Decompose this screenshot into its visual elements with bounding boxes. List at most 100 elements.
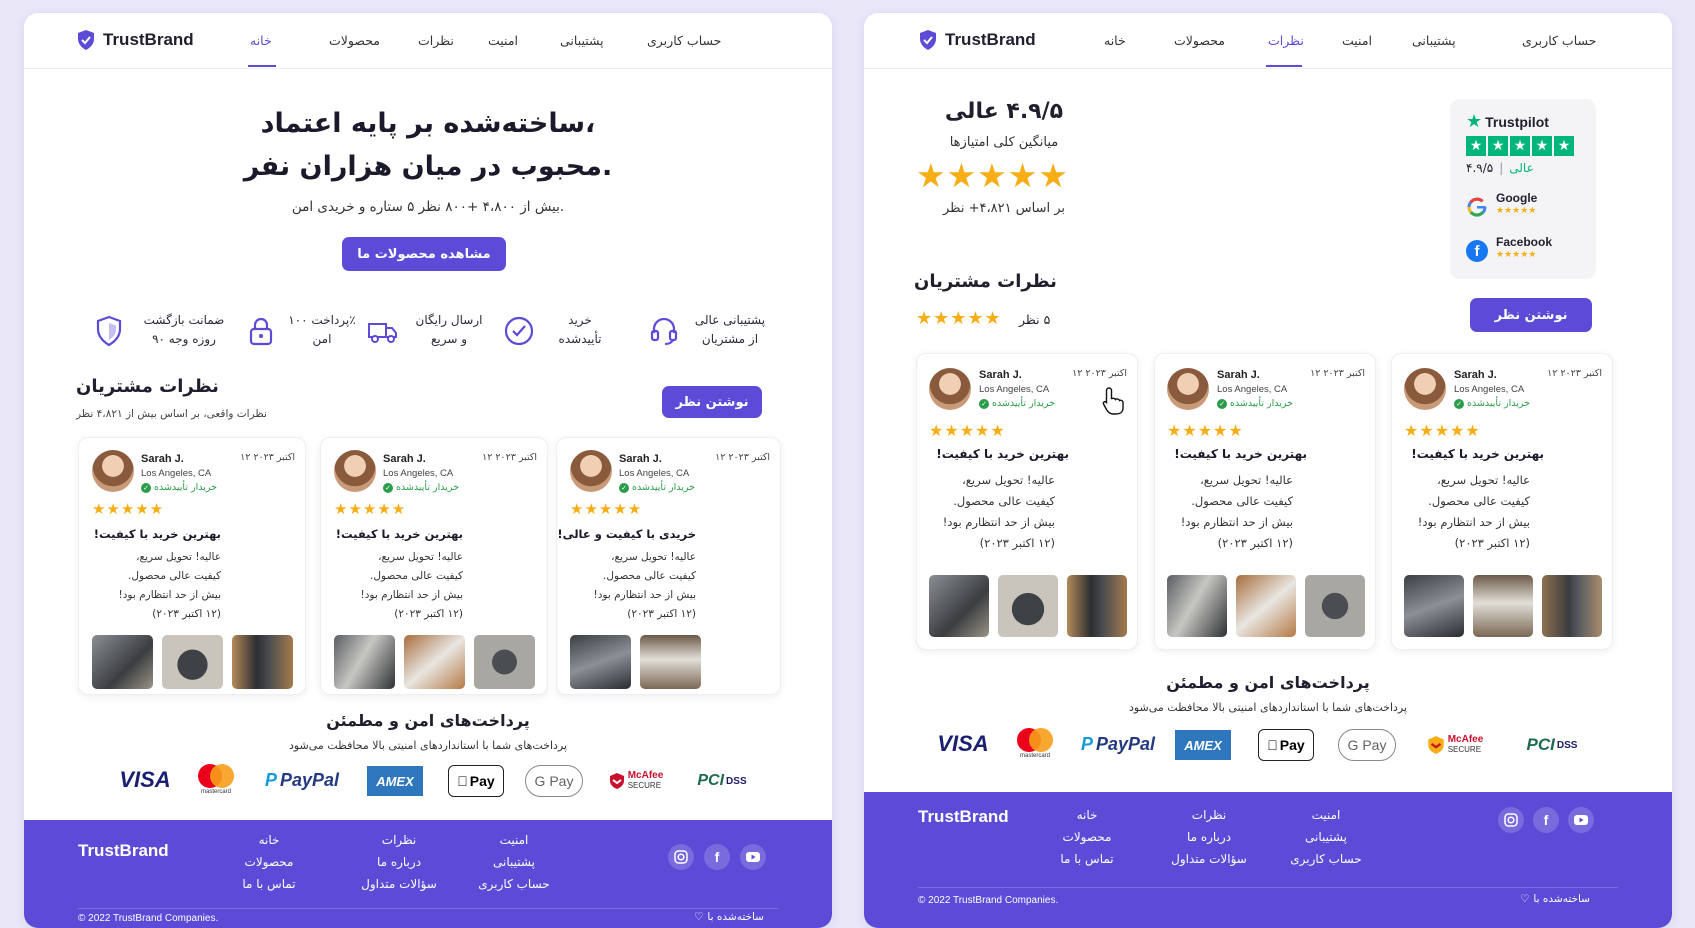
footer-brand: TrustBrand <box>78 841 169 860</box>
footer-link[interactable]: حساب کاربری <box>464 873 564 895</box>
instagram-icon[interactable] <box>1498 807 1524 833</box>
verified-label: خریدار تأییدشده <box>632 482 695 493</box>
review-title: خریدی با کیفیت و عالی! <box>557 527 696 541</box>
nav-security[interactable]: امنیت <box>1342 33 1372 48</box>
review-photo[interactable] <box>1404 575 1464 637</box>
review-card[interactable]: Sarah J. Los Angeles, CA ✓ خریدار تأییدشد… <box>1154 353 1376 650</box>
star-rating: ★★★★★ <box>1167 421 1244 440</box>
nav-products[interactable]: محصولات <box>329 33 380 48</box>
facebook-icon[interactable]: f <box>704 844 730 870</box>
nav-reviews[interactable]: نظرات <box>1268 33 1304 48</box>
review-photo[interactable] <box>1236 575 1296 637</box>
review-photo[interactable] <box>232 635 293 689</box>
review-card[interactable]: Sarah J. Los Angeles, CA ✓ خریدار تأییدشد… <box>1391 353 1613 650</box>
review-line: بیش از حد انتظارم بود! <box>942 515 1055 529</box>
made-with: ♡ ساخته‌شده با <box>1520 893 1590 905</box>
footer-link[interactable]: سؤالات متداول <box>1154 848 1264 870</box>
footer-link[interactable]: محصولات <box>1042 826 1132 848</box>
write-review-button[interactable]: نوشتن نظر <box>1470 298 1592 332</box>
feature-support: پشتیبانی عالی از مشتریان <box>636 309 776 359</box>
review-photo[interactable] <box>640 635 701 689</box>
review-photo[interactable] <box>570 635 631 689</box>
review-card[interactable]: Sarah J. Los Angeles, CA ✓ خریدار تأییدشد… <box>78 437 306 695</box>
review-photo[interactable] <box>1473 575 1533 637</box>
youtube-icon[interactable] <box>740 844 766 870</box>
nav-home[interactable]: خانه <box>250 33 272 48</box>
apple-icon:  <box>457 773 468 789</box>
review-line: عالیه! تحویل سریع، <box>136 551 221 563</box>
nav-account[interactable]: حساب کاربری <box>1522 33 1596 48</box>
review-line: کیفیت عالی محصول. <box>1428 494 1530 508</box>
footer-link[interactable]: امنیت <box>1271 804 1381 826</box>
review-line: بیش از حد انتظارم بود! <box>1180 515 1293 529</box>
reviewer-location: Los Angeles, CA <box>979 384 1050 395</box>
feature-verified: خرید تأییدشده <box>496 309 616 359</box>
review-body: عالیه! تحویل سریع، کیفیت عالی محصول. بیش ا… <box>594 548 696 624</box>
mcafee-logo: McAfee SECURE <box>1420 729 1490 761</box>
footer-link[interactable]: تماس با ما <box>1042 848 1132 870</box>
visa-logo: VISA <box>937 731 989 756</box>
footer-link[interactable]: درباره ما <box>1154 826 1264 848</box>
review-photo[interactable] <box>404 635 465 689</box>
review-photo[interactable] <box>1542 575 1602 637</box>
verified-label: خریدار تأییدشده <box>1230 398 1293 409</box>
brand-logo[interactable]: TrustBrand <box>918 29 1036 51</box>
footer-link[interactable]: حساب کاربری <box>1271 848 1381 870</box>
footer-link[interactable]: خانه <box>229 829 309 851</box>
instagram-icon[interactable] <box>668 844 694 870</box>
view-products-button[interactable]: مشاهده محصولات ما <box>342 237 506 271</box>
footer-link[interactable]: پشتیبانی <box>1271 826 1381 848</box>
nav-account[interactable]: حساب کاربری <box>647 33 721 48</box>
google-icon <box>1466 196 1488 218</box>
review-photo[interactable] <box>334 635 395 689</box>
review-photo[interactable] <box>998 575 1058 637</box>
review-body: عالیه! تحویل سریع، کیفیت عالی محصول. بیش ا… <box>361 548 463 624</box>
facebook-icon[interactable]: f <box>1533 807 1559 833</box>
active-nav-indicator <box>1266 65 1302 67</box>
nav-security[interactable]: امنیت <box>488 33 518 48</box>
footer-column: نظرات درباره ما سؤالات متداول <box>1154 804 1264 870</box>
footer-link[interactable]: خانه <box>1042 804 1132 826</box>
verified-label: خریدار تأییدشده <box>1467 398 1530 409</box>
review-photo[interactable] <box>474 635 535 689</box>
star-rating: ★★★★★ <box>570 500 643 518</box>
review-photo[interactable] <box>1167 575 1227 637</box>
footer-link[interactable]: پشتیبانی <box>464 851 564 873</box>
verified-badge: ✓ خریدار تأییدشده <box>619 482 695 493</box>
review-photo[interactable] <box>929 575 989 637</box>
footer-link[interactable]: سؤالات متداول <box>349 873 449 895</box>
footer-divider <box>918 887 1618 888</box>
footer-column: خانه محصولات تماس با ما <box>1042 804 1132 870</box>
review-card[interactable]: Sarah J. Los Angeles, CA ✓ خریدار تأییدشد… <box>916 353 1138 650</box>
footer-link[interactable]: درباره ما <box>349 851 449 873</box>
footer-link[interactable]: نظرات <box>1154 804 1264 826</box>
headset-icon <box>650 317 678 345</box>
footer-copyright: © 2022 TrustBrand Companies. <box>918 895 1059 906</box>
footer-link[interactable]: نظرات <box>349 829 449 851</box>
nav-support[interactable]: پشتیبانی <box>560 33 604 48</box>
nav-support[interactable]: پشتیبانی <box>1412 33 1456 48</box>
heart-icon: ♡ <box>694 911 704 923</box>
review-photo[interactable] <box>162 635 223 689</box>
heart-icon: ♡ <box>1520 893 1530 905</box>
brand-logo[interactable]: TrustBrand <box>76 29 194 51</box>
reviews-panel: TrustBrand حساب کاربری پشتیبانی امنیت نظ… <box>864 13 1672 928</box>
nav-home[interactable]: خانه <box>1104 33 1126 48</box>
youtube-icon[interactable] <box>1568 807 1594 833</box>
nav-reviews[interactable]: نظرات <box>418 33 454 48</box>
review-card[interactable]: Sarah J. Los Angeles, CA ✓ خریدار تأییدشد… <box>556 437 781 695</box>
write-review-button[interactable]: نوشتن نظر <box>662 386 762 418</box>
verified-label: خریدار تأییدشده <box>992 398 1055 409</box>
nav-products[interactable]: محصولات <box>1174 33 1225 48</box>
review-photo[interactable] <box>1067 575 1127 637</box>
footer-link[interactable]: تماس با ما <box>229 873 309 895</box>
footer-link[interactable]: امنیت <box>464 829 564 851</box>
verified-label: خریدار تأییدشده <box>154 482 217 493</box>
footer-link[interactable]: محصولات <box>229 851 309 873</box>
reviewer-name: Sarah J. <box>1454 369 1497 381</box>
review-line: بیش از حد انتظارم بود! <box>1417 515 1530 529</box>
review-photo[interactable] <box>1305 575 1365 637</box>
review-photo[interactable] <box>92 635 153 689</box>
google-stars: ★★★★★ <box>1496 206 1537 216</box>
review-card[interactable]: Sarah J. Los Angeles, CA ✓ خریدار تأییدشد… <box>320 437 548 695</box>
